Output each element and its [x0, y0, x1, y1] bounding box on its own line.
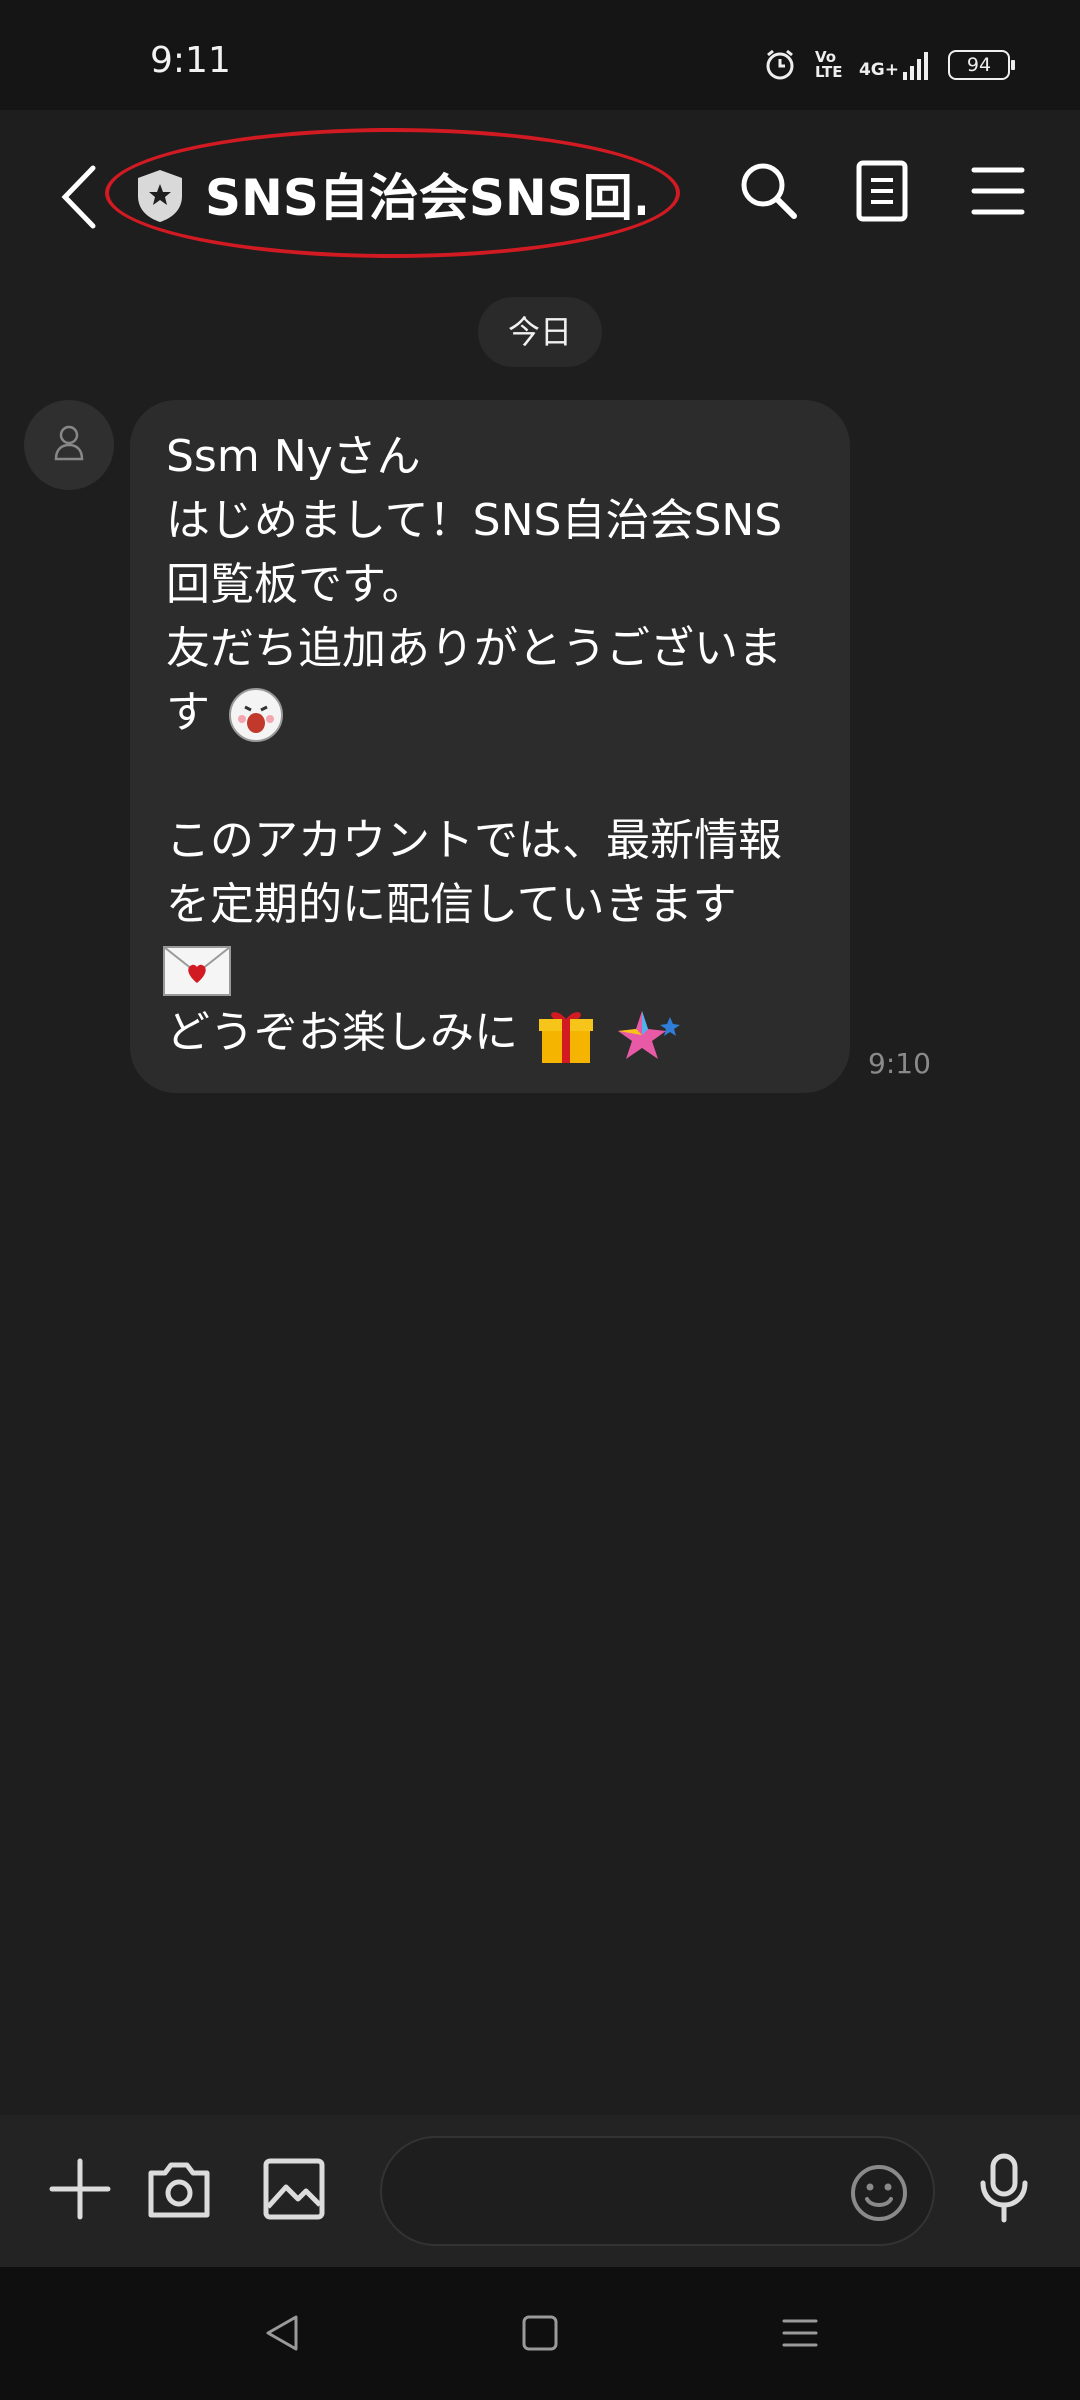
envelope-emoji-line — [163, 937, 814, 1001]
message-line: はじめまして！SNS自治会SNS — [166, 495, 783, 546]
message-input[interactable] — [422, 2168, 806, 2210]
message-timestamp: 9:10 — [868, 1047, 931, 1080]
shield-star-icon — [138, 170, 182, 222]
chat-title[interactable]: SNS自治会SNS回... — [205, 158, 645, 230]
message-line-with-emoji: す — [166, 681, 814, 745]
message-line: Ssm Nyさん — [166, 431, 421, 482]
person-icon — [54, 425, 84, 461]
square-home-icon[interactable] — [520, 2313, 560, 2353]
message-line: このアカウントでは、最新情報 — [166, 815, 782, 866]
message-line: どうぞお楽しみに — [166, 1007, 518, 1058]
search-icon[interactable] — [738, 160, 800, 222]
network-type: 4G+ — [858, 60, 899, 80]
gift-emoji-icon — [539, 1012, 593, 1063]
smiley-icon[interactable] — [849, 2163, 909, 2223]
chevron-left-icon[interactable] — [55, 162, 105, 232]
alarm-icon — [766, 49, 794, 80]
image-icon[interactable] — [262, 2157, 326, 2221]
love-letter-emoji-icon — [163, 946, 231, 996]
message-line: 友だち追加ありがとうございま — [166, 623, 782, 674]
system-nav-bar — [0, 2267, 1080, 2400]
input-bar — [0, 2115, 1080, 2267]
message-line: す — [166, 687, 210, 738]
signal-label: 4G+ — [859, 50, 930, 80]
chat-header: SNS自治会SNS回... — [0, 110, 1080, 275]
document-icon[interactable] — [855, 160, 911, 222]
sparkle-star-emoji-icon — [618, 1011, 680, 1059]
status-bar: 9:11 Vo LTE 4G+ 94 — [0, 0, 1080, 110]
hamburger-menu-icon[interactable] — [970, 160, 1026, 222]
microphone-icon[interactable] — [975, 2153, 1033, 2223]
message-bubble[interactable]: Ssm Nyさん はじめまして！SNS自治会SNS 回覧板です。 友だち追加あり… — [130, 400, 850, 1093]
battery-icon: 94 — [948, 50, 1015, 80]
plus-icon[interactable] — [48, 2157, 112, 2221]
lines-recents-icon[interactable] — [780, 2313, 820, 2353]
signal-icon — [903, 52, 928, 80]
message-input-field[interactable] — [380, 2136, 935, 2246]
avatar[interactable] — [24, 400, 114, 490]
message-line: を定期的に配信していきます — [166, 879, 737, 930]
status-icons: Vo LTE 4G+ 94 — [763, 48, 1015, 82]
date-separator: 今日 — [478, 297, 602, 367]
triangle-back-icon[interactable] — [262, 2313, 302, 2353]
message-line: 回覧板です。 — [166, 559, 426, 610]
volte-icon: Vo LTE — [814, 48, 843, 81]
camera-icon[interactable] — [145, 2157, 213, 2221]
message-line-with-emoji: どうぞお楽しみに — [166, 1001, 814, 1065]
sticker-face-emoji-icon — [229, 688, 283, 742]
status-time: 9:11 — [150, 40, 231, 81]
